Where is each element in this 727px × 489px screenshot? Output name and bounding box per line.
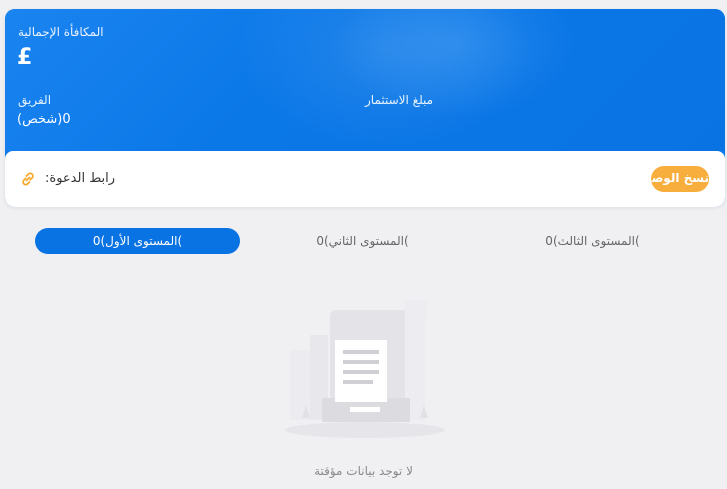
summary-header: المكافأة الإجمالية £ الفريق (شخص)0 مبلغ … (5, 9, 725, 151)
empty-data-icon (285, 300, 445, 438)
level-tabs: المستوى الأول)0( المستوى الثاني)0( المست… (35, 228, 695, 254)
tab-level-1[interactable]: المستوى الأول)0( (35, 228, 240, 254)
empty-state-text: لا توجد بيانات مؤقتة (314, 464, 413, 478)
total-reward-label: المكافأة الإجمالية (18, 25, 104, 39)
summary-card: المكافأة الإجمالية £ الفريق (شخص)0 مبلغ … (5, 9, 725, 207)
invite-link-label: :رابط الدعوة (45, 171, 116, 186)
team-value: (شخص)0 (17, 112, 71, 127)
link-icon (22, 172, 34, 186)
tab-level-2[interactable]: المستوى الثاني)0( (260, 228, 465, 254)
team-label: الفريق (18, 93, 52, 107)
total-reward-value: £ (17, 45, 33, 70)
copy-link-button[interactable]: نسخ الوصلة (651, 166, 709, 192)
copy-link-button-label: نسخ الوصلة (651, 171, 709, 185)
invite-link-row: :رابط الدعوة نسخ الوصلة (5, 151, 725, 207)
investment-label: مبلغ الاستثمار (365, 93, 434, 107)
tab-level-3[interactable]: المستوى الثالث)0( (490, 228, 695, 254)
